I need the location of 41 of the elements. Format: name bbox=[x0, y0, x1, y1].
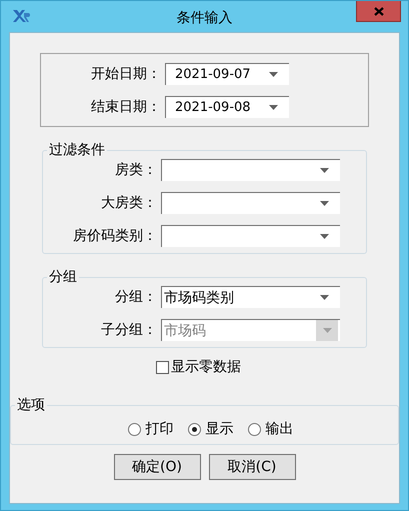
group-title: 选项 bbox=[16, 396, 46, 414]
dropdown-arrow-icon bbox=[320, 295, 328, 300]
dialog-button[interactable]: 确定(O) bbox=[114, 454, 200, 480]
radio-button[interactable] bbox=[188, 422, 200, 436]
dropdown-field[interactable]: 2021-09-08 bbox=[165, 96, 289, 118]
dropdown-field[interactable] bbox=[161, 192, 340, 214]
window-title: 条件输入 bbox=[176, 8, 232, 26]
group-title: 过滤条件 bbox=[48, 141, 106, 159]
field-label: 分组： bbox=[114, 288, 158, 306]
dropdown-field[interactable] bbox=[161, 159, 340, 181]
dropdown-arrow-icon bbox=[268, 105, 278, 110]
radio-label: 打印 bbox=[146, 420, 174, 438]
dropdown-field[interactable]: 市场码类别 bbox=[161, 286, 340, 308]
close-button[interactable] bbox=[356, 1, 401, 22]
field-label: 房类： bbox=[114, 161, 158, 179]
checkbox[interactable] bbox=[156, 360, 169, 374]
field-label: 房价码类别： bbox=[72, 227, 158, 245]
close-icon bbox=[374, 6, 384, 16]
dialog-button[interactable]: 取消(C) bbox=[208, 454, 296, 480]
dropdown-arrow-icon bbox=[322, 328, 332, 333]
radio-button[interactable] bbox=[248, 422, 260, 436]
dropdown-arrow-icon bbox=[268, 72, 278, 77]
field-label: 开始日期： bbox=[90, 65, 162, 83]
checkbox-label: 显示零数据 bbox=[171, 358, 241, 376]
dropdown-value: 市场码类别 bbox=[164, 290, 234, 306]
dropdown-arrow-icon bbox=[320, 168, 328, 173]
dropdown-value: 2021-09-07 bbox=[175, 67, 251, 82]
dropdown-arrow-icon bbox=[320, 201, 328, 206]
field-label: 子分组： bbox=[100, 321, 158, 339]
field-label: 大房类： bbox=[100, 194, 158, 212]
dropdown-value: 市场码 bbox=[164, 322, 206, 338]
dropdown-value: 2021-09-08 bbox=[175, 100, 251, 115]
app-logo-icon bbox=[12, 9, 30, 23]
dropdown-field[interactable]: 2021-09-07 bbox=[165, 63, 289, 85]
radio-label: 显示 bbox=[206, 420, 234, 438]
radio-label: 输出 bbox=[266, 420, 294, 438]
dropdown-arrow-icon bbox=[320, 234, 328, 239]
dropdown-field[interactable] bbox=[161, 225, 340, 247]
group-title: 分组 bbox=[48, 268, 78, 286]
field-label: 结束日期： bbox=[90, 98, 162, 116]
radio-button[interactable] bbox=[128, 422, 140, 436]
